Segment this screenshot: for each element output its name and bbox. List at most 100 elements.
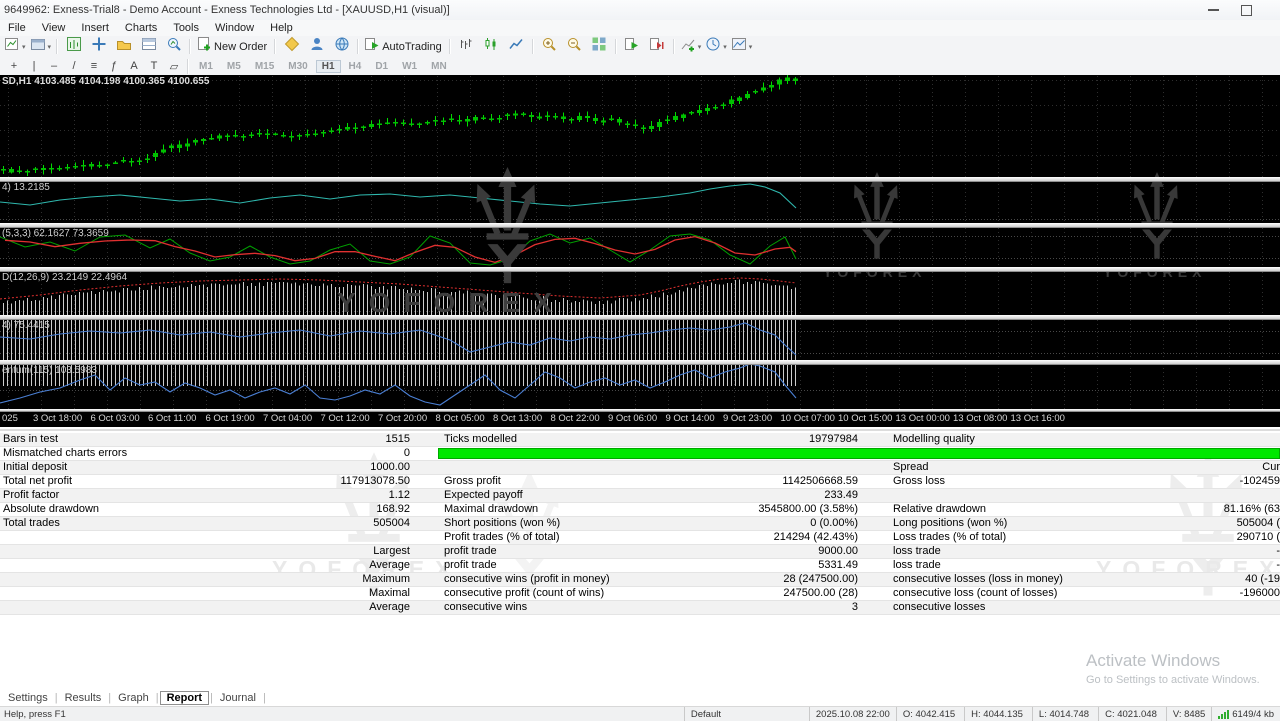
status-high: H: 4044.135 bbox=[964, 707, 1029, 721]
fibonacci-tool[interactable]: ƒ bbox=[104, 59, 124, 74]
toolbar-button-tester-step[interactable] bbox=[645, 37, 670, 56]
time-axis-label: 9 Oct 14:00 bbox=[666, 413, 715, 424]
toolbar-button-terminal[interactable] bbox=[136, 37, 161, 56]
tab-settings[interactable]: Settings bbox=[2, 692, 54, 704]
report-row: Mismatched charts errors0 bbox=[0, 447, 1280, 461]
toolbar-button-new-order[interactable]: New Order bbox=[194, 37, 271, 56]
channel-tool[interactable]: ≡ bbox=[84, 59, 104, 74]
pane-separator-4[interactable] bbox=[0, 315, 1280, 320]
toolbar-button-profiles[interactable]: ▾ bbox=[28, 37, 54, 56]
report-cell-c3: Relative drawdown bbox=[893, 503, 1128, 516]
report-cell-c3: consecutive losses (loss in money) bbox=[893, 573, 1128, 586]
toolbar-button-zoom-in[interactable] bbox=[537, 37, 562, 56]
time-axis-label: 7 Oct 04:00 bbox=[263, 413, 312, 424]
timeframe-mn[interactable]: MN bbox=[425, 60, 453, 73]
chart-area[interactable]: SD,H1 4103.485 4104.198 4100.365 4100.65… bbox=[0, 75, 1280, 427]
pane-separator-6[interactable] bbox=[0, 409, 1280, 412]
crosshair-tool[interactable]: + bbox=[4, 59, 24, 74]
toolbar-button-templates[interactable]: ▾ bbox=[729, 37, 755, 56]
pane-separator-5[interactable] bbox=[0, 360, 1280, 365]
timeframe-m5[interactable]: M5 bbox=[221, 60, 247, 73]
report-cell-c3: Gross loss bbox=[893, 475, 1128, 488]
report-cell-v1: Maximum bbox=[240, 573, 410, 586]
report-cell-c3: loss trade bbox=[893, 545, 1128, 558]
title-bar: 9649962: Exness-Trial8 - Demo Account - … bbox=[0, 0, 1280, 21]
report-cell-v2: 3 bbox=[650, 601, 858, 614]
report-cell-v1: 117913078.50 bbox=[240, 475, 410, 488]
toolbar-button-indicators[interactable]: ▾ bbox=[678, 37, 704, 56]
status-profile[interactable]: Default bbox=[684, 707, 809, 721]
report-cell-v3: -102459 bbox=[1130, 475, 1280, 488]
time-axis-label: 8 Oct 22:00 bbox=[551, 413, 600, 424]
report-row: Initial deposit1000.00SpreadCur bbox=[0, 461, 1280, 475]
timeframe-w1[interactable]: W1 bbox=[396, 60, 423, 73]
toolbar-button-metaeditor[interactable] bbox=[279, 37, 304, 56]
menu-item-insert[interactable]: Insert bbox=[73, 21, 117, 35]
tab-journal[interactable]: Journal bbox=[214, 692, 262, 704]
status-low: L: 4014.748 bbox=[1032, 707, 1095, 721]
tab-report[interactable]: Report bbox=[160, 691, 209, 705]
report-cell-c3: Modelling quality bbox=[893, 433, 1128, 446]
timeframe-m15[interactable]: M15 bbox=[249, 60, 280, 73]
toolbar-button-chart-line[interactable] bbox=[504, 37, 529, 56]
expert-advisors-icon bbox=[309, 36, 325, 57]
report-cell-v1: 168.92 bbox=[240, 503, 410, 516]
maximize-button-icon[interactable] bbox=[1241, 5, 1252, 16]
shapes-tool[interactable]: ▱ bbox=[164, 59, 184, 74]
toolbar-button-data-window[interactable] bbox=[86, 37, 111, 56]
vertical-line-tool[interactable]: | bbox=[24, 59, 44, 74]
menu-item-view[interactable]: View bbox=[34, 21, 74, 35]
toolbar-button-autotrading[interactable]: AutoTrading bbox=[362, 37, 446, 56]
report-cell-c2: consecutive wins bbox=[444, 601, 646, 614]
toolbar-button-chart-new[interactable]: ▾ bbox=[2, 37, 28, 56]
report-row: Profit factor1.12Expected payoff233.49 bbox=[0, 489, 1280, 503]
timeframe-m30[interactable]: M30 bbox=[282, 60, 313, 73]
timeframe-h4[interactable]: H4 bbox=[343, 60, 368, 73]
report-cell-v1: 1515 bbox=[240, 433, 410, 446]
time-axis-label: 10 Oct 15:00 bbox=[838, 413, 892, 424]
horizontal-line-tool[interactable]: – bbox=[44, 59, 64, 74]
time-axis-label: 6 Oct 03:00 bbox=[91, 413, 140, 424]
tester-step-icon bbox=[649, 36, 665, 57]
status-open: O: 4042.415 bbox=[896, 707, 961, 721]
activate-windows-line2: Go to Settings to activate Windows. bbox=[1086, 674, 1260, 686]
menu-item-charts[interactable]: Charts bbox=[117, 21, 165, 35]
profiles-icon bbox=[30, 36, 46, 57]
report-cell-c2: consecutive profit (count of wins) bbox=[444, 587, 646, 600]
toolbar-button-expert-advisors[interactable] bbox=[304, 37, 329, 56]
toolbar-button-navigator[interactable] bbox=[111, 37, 136, 56]
trendline-tool[interactable]: / bbox=[64, 59, 84, 74]
pane-separator-3[interactable] bbox=[0, 267, 1280, 272]
pane-separator-2[interactable] bbox=[0, 223, 1280, 228]
toolbar-button-strategy-tester[interactable] bbox=[161, 37, 186, 56]
indicators-icon bbox=[680, 36, 696, 57]
menu-item-tools[interactable]: Tools bbox=[165, 21, 207, 35]
time-axis-label: 3 Oct 18:00 bbox=[33, 413, 82, 424]
toolbar-button-periods[interactable]: ▾ bbox=[703, 37, 729, 56]
tile-windows-icon bbox=[591, 36, 607, 57]
toolbar-button-tile-windows[interactable] bbox=[587, 37, 612, 56]
toolbar-button-market-globe[interactable] bbox=[329, 37, 354, 56]
chart-bars-icon bbox=[458, 36, 474, 57]
menu-item-file[interactable]: File bbox=[0, 21, 34, 35]
menu-item-window[interactable]: Window bbox=[207, 21, 262, 35]
tab-graph[interactable]: Graph bbox=[112, 692, 155, 704]
toolbar-button-zoom-out[interactable] bbox=[562, 37, 587, 56]
timeframe-h1[interactable]: H1 bbox=[316, 60, 341, 73]
toolbar-button-market-watch[interactable] bbox=[61, 37, 86, 56]
menu-item-help[interactable]: Help bbox=[262, 21, 301, 35]
label-tool[interactable]: T bbox=[144, 59, 164, 74]
toolbar-button-chart-candles[interactable] bbox=[479, 37, 504, 56]
tab-divider: | bbox=[262, 692, 267, 704]
toolbar-button-tester-start[interactable] bbox=[620, 37, 645, 56]
minimize-button-icon[interactable] bbox=[1208, 9, 1219, 11]
indicator-label-4: 4) 75.4415 bbox=[2, 320, 50, 331]
report-cell-v3: 505004 ( bbox=[1130, 517, 1280, 530]
timeframe-d1[interactable]: D1 bbox=[369, 60, 394, 73]
text-tool[interactable]: A bbox=[124, 59, 144, 74]
tab-results[interactable]: Results bbox=[59, 692, 108, 704]
timeframe-m1[interactable]: M1 bbox=[193, 60, 219, 73]
report-row: Averageconsecutive wins3consecutive loss… bbox=[0, 601, 1280, 615]
pane-separator-1[interactable] bbox=[0, 177, 1280, 182]
toolbar-button-chart-bars[interactable] bbox=[454, 37, 479, 56]
